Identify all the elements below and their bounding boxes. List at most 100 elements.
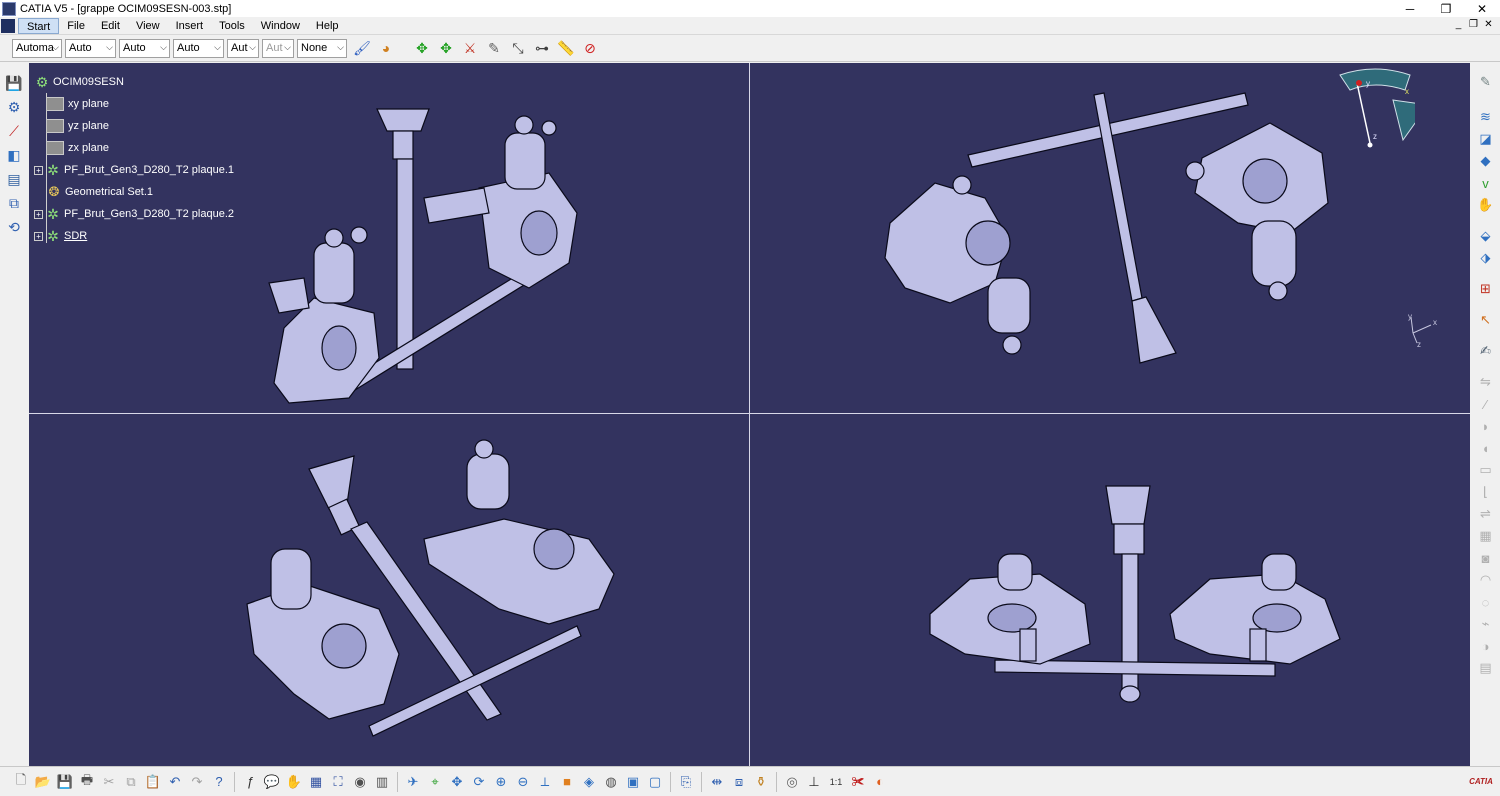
hand-icon[interactable]: ✋ (1476, 195, 1496, 215)
clash-icon[interactable]: ⊘ (580, 38, 600, 58)
deform-icon[interactable]: ◎ (782, 772, 802, 792)
rotate-view-icon[interactable]: ⟳ (469, 772, 489, 792)
ruler-icon[interactable]: 📏 (556, 38, 576, 58)
undo-icon[interactable]: ↶ (165, 772, 185, 792)
minimize-icon[interactable]: ─ (1392, 0, 1428, 17)
expand-icon[interactable]: + (34, 209, 43, 219)
scissors-icon[interactable]: ✀ (848, 772, 868, 792)
menu-tools[interactable]: Tools (211, 18, 253, 34)
viewport-pane-top-left[interactable]: ⚙ OCIM09SESN xy plane yz plane zx plane … (29, 63, 749, 413)
units-icon[interactable]: 1:1 (826, 772, 846, 792)
fill-color-combo[interactable]: Automa ⌵ (12, 38, 62, 58)
fly-mode-icon[interactable]: ✈ (403, 772, 423, 792)
measure-between-icon[interactable]: ⇹ (707, 772, 727, 792)
print-icon[interactable]: 🖶 (77, 772, 97, 792)
measure-icon[interactable]: ✎ (484, 38, 504, 58)
fit-view-icon[interactable]: ⬗ (1476, 248, 1496, 268)
doc-minimize-icon[interactable]: _ (1451, 17, 1466, 33)
swap-space-icon[interactable]: ▢ (645, 772, 665, 792)
plane-create-icon[interactable]: ◪ (1476, 129, 1496, 149)
menu-edit[interactable]: Edit (93, 18, 128, 34)
catalog-icon[interactable]: ◉ (350, 772, 370, 792)
whats-this-icon[interactable]: ? (209, 772, 229, 792)
fit-all-icon[interactable]: ⌖ (425, 772, 445, 792)
normal-view-icon[interactable]: ⟂ (535, 772, 555, 792)
layer-combo[interactable]: None ⌵ (297, 38, 347, 58)
save-icon[interactable]: 💾 (55, 772, 75, 792)
apply-icon[interactable]: ⎘ (676, 772, 696, 792)
iso-view-icon[interactable]: ◈ (579, 772, 599, 792)
section-icon[interactable]: ⊶ (532, 38, 552, 58)
rotate-icon[interactable]: ✥ (436, 38, 456, 58)
restore-icon[interactable]: ❐ (1428, 0, 1464, 17)
compass-widget[interactable]: y x z (1335, 65, 1415, 155)
tree-node-plaque-1[interactable]: + ✲ PF_Brut_Gen3_D280_T2 plaque.1 (34, 159, 234, 181)
spline-icon[interactable]: ᴠ (1476, 173, 1496, 193)
assembly-icon[interactable]: ⧉ (4, 193, 24, 213)
tree-root-node[interactable]: ⚙ OCIM09SESN (34, 71, 234, 93)
pan-icon[interactable]: ✥ (447, 772, 467, 792)
menu-help[interactable]: Help (308, 18, 347, 34)
layer-symbol-combo[interactable]: Aut ⌵ (262, 38, 294, 58)
hand-tool-icon[interactable]: ✋ (284, 772, 304, 792)
menu-view[interactable]: View (128, 18, 168, 34)
swap-view-icon[interactable]: ⬙ (1476, 226, 1496, 246)
tree-node-sdr[interactable]: + ✲ SDR (34, 225, 234, 247)
document-icon[interactable] (1, 18, 15, 33)
viewport-pane-bottom-left[interactable] (29, 414, 749, 764)
multi-view-icon[interactable]: ■ (557, 772, 577, 792)
constraint-icon[interactable]: ⟋ (4, 121, 24, 141)
update-icon[interactable]: ⟲ (4, 217, 24, 237)
annotation-icon[interactable]: ✍ (1476, 341, 1496, 361)
product-structure-icon[interactable]: ⚙ (4, 97, 24, 117)
expand-icon[interactable]: + (34, 165, 43, 175)
painter-icon[interactable]: 🖌 (352, 38, 372, 58)
analysis-icon[interactable]: ◐ (870, 772, 890, 792)
expand-icon[interactable]: + (34, 231, 43, 241)
viewport-pane-bottom-right[interactable] (750, 414, 1470, 764)
line-thickness-combo[interactable]: Auto ⌵ (119, 38, 170, 58)
measure-inertia-icon[interactable]: ⚱ (751, 772, 771, 792)
doc-close-icon[interactable]: ✕ (1481, 17, 1496, 33)
tree-node-zx-plane[interactable]: zx plane (34, 137, 234, 159)
paste-icon[interactable]: 📋 (143, 772, 163, 792)
tree-node-yz-plane[interactable]: yz plane (34, 115, 234, 137)
measure-item-icon[interactable]: ⧈ (729, 772, 749, 792)
comment-icon[interactable]: 💬 (262, 772, 282, 792)
split-icon[interactable]: ⤡ (508, 38, 528, 58)
pane-divider-horizontal[interactable] (29, 413, 1470, 414)
move-icon[interactable]: ✥ (412, 38, 432, 58)
multiview-icon[interactable]: ⊞ (1476, 279, 1496, 299)
surface-icon[interactable]: ◆ (1476, 151, 1496, 171)
drafting-icon[interactable]: ▤ (4, 169, 24, 189)
zoom-out-icon[interactable]: ⊖ (513, 772, 533, 792)
cut-icon[interactable]: ✂ (99, 772, 119, 792)
axis-system-icon[interactable]: ⊥ (804, 772, 824, 792)
point-type-combo[interactable]: Aut ⌵ (227, 38, 259, 58)
sketcher-icon[interactable]: ✎ (1476, 72, 1496, 92)
zoom-in-icon[interactable]: ⊕ (491, 772, 511, 792)
part-design-icon[interactable]: ◧ (4, 145, 24, 165)
menu-start[interactable]: Start (18, 17, 60, 34)
tree-node-geometrical-set[interactable]: ❂ Geometrical Set.1 (34, 181, 234, 203)
table-icon[interactable]: ▦ (306, 772, 326, 792)
formula-icon[interactable]: ƒ (240, 772, 260, 792)
menu-window[interactable]: Window (253, 18, 308, 34)
copy-icon[interactable]: ⧉ (121, 772, 141, 792)
pane-divider-vertical[interactable] (749, 63, 750, 766)
3d-viewport[interactable]: ⚙ OCIM09SESN xy plane yz plane zx plane … (29, 63, 1470, 766)
doc-restore-icon[interactable]: ❐ (1466, 17, 1481, 33)
select-icon[interactable]: ↖ (1476, 310, 1496, 330)
menu-file[interactable]: File (59, 18, 93, 34)
shading-icon[interactable]: ◍ (601, 772, 621, 792)
redo-icon[interactable]: ↷ (187, 772, 207, 792)
hide-show-icon[interactable]: ▣ (623, 772, 643, 792)
graph-icon[interactable]: ⛶ (328, 772, 348, 792)
transparency-combo[interactable]: Auto ⌵ (65, 38, 116, 58)
new-icon[interactable]: 🗋 (11, 772, 31, 792)
snap-icon[interactable]: ⚔ (460, 38, 480, 58)
menu-insert[interactable]: Insert (168, 18, 212, 34)
close-icon[interactable]: ✕ (1464, 0, 1500, 17)
knowledge-icon[interactable]: ▥ (372, 772, 392, 792)
line-type-combo[interactable]: Auto ⌵ (173, 38, 224, 58)
